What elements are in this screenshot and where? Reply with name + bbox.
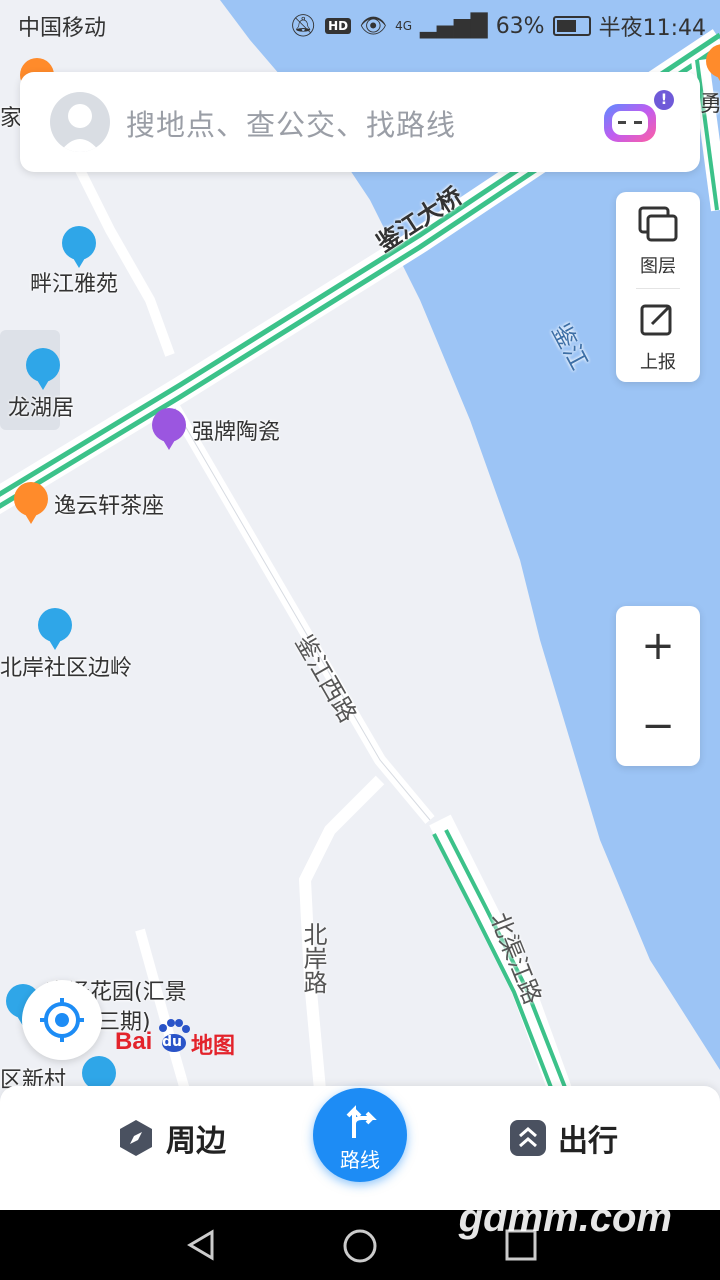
zoom-out-button[interactable]: − bbox=[616, 686, 700, 766]
avatar[interactable] bbox=[50, 92, 110, 152]
nearby-button[interactable]: 周边 bbox=[116, 1116, 226, 1160]
signal-icon: ▂▄▆█ bbox=[420, 13, 488, 39]
poi-label[interactable]: 北岸社区边岭 bbox=[0, 650, 132, 682]
status-icons: 🔕︎ HD 👁︎ 4G ▂▄▆█ 63% 半夜11:44 bbox=[289, 10, 706, 42]
watermark: gdmm.com bbox=[458, 1196, 672, 1240]
assistant-icon[interactable] bbox=[600, 98, 660, 146]
building-icon[interactable] bbox=[62, 226, 96, 268]
route-arrow-icon bbox=[346, 1105, 377, 1138]
zoom-in-button[interactable]: + bbox=[616, 606, 700, 686]
battery-icon bbox=[552, 16, 591, 36]
layers-label: 图层 bbox=[640, 256, 676, 277]
divider bbox=[636, 288, 680, 289]
locate-button[interactable] bbox=[22, 980, 102, 1060]
poi-label[interactable]: 龙湖居 bbox=[8, 390, 74, 422]
building-icon[interactable] bbox=[82, 1056, 116, 1098]
network-label: 4G bbox=[395, 19, 412, 33]
edit-icon bbox=[640, 304, 672, 336]
road-label: 北岸路 bbox=[299, 922, 327, 994]
home-icon[interactable] bbox=[342, 1228, 378, 1264]
map-tools-panel: 图层 上报 bbox=[616, 192, 700, 382]
search-input[interactable]: 搜地点、查公交、找路线 bbox=[126, 102, 456, 144]
hd-badge: HD bbox=[325, 18, 352, 34]
travel-label: 出行 bbox=[558, 1124, 618, 1159]
building-icon[interactable] bbox=[38, 608, 72, 650]
logo-text: Bai bbox=[115, 1028, 153, 1055]
logo-text: 地图 bbox=[191, 1034, 236, 1059]
poi-label[interactable]: 勇 bbox=[700, 86, 720, 118]
chevrons-up-icon bbox=[510, 1120, 546, 1156]
poi-label[interactable]: 畔江雅苑 bbox=[30, 266, 118, 298]
poi-label[interactable]: 强牌陶瓷 bbox=[192, 414, 280, 446]
route-label: 路线 bbox=[340, 1148, 380, 1172]
carrier-label: 中国移动 bbox=[18, 16, 107, 41]
zoom-controls: + − bbox=[616, 606, 700, 766]
shopping-bag-icon[interactable] bbox=[152, 408, 186, 450]
mute-icon: 🔕︎ bbox=[289, 13, 318, 39]
crosshair-icon bbox=[40, 998, 84, 1042]
search-bar[interactable]: 搜地点、查公交、找路线 ! bbox=[20, 72, 700, 172]
map-view[interactable]: 家宴 勇 畔江雅苑 龙湖居 强牌陶瓷 逸云轩茶座 北岸社区边岭 高泽花园(汇景 … bbox=[0, 0, 720, 1210]
status-bar: 中国移动 🔕︎ HD 👁︎ 4G ▂▄▆█ 63% 半夜11:44 bbox=[0, 0, 720, 50]
report-label: 上报 bbox=[640, 352, 676, 373]
route-button[interactable]: 路线 bbox=[313, 1088, 407, 1182]
nearby-label: 周边 bbox=[166, 1124, 226, 1159]
time-label: 半夜11:44 bbox=[598, 16, 706, 41]
eye-icon: 👁︎ bbox=[359, 13, 388, 39]
layers-button[interactable]: 图层 bbox=[616, 204, 700, 278]
notification-badge: ! bbox=[654, 90, 674, 110]
layers-icon bbox=[638, 206, 678, 242]
baidu-logo: Bai du 地图 bbox=[115, 1018, 236, 1059]
compass-icon bbox=[120, 1120, 152, 1156]
report-button[interactable]: 上报 bbox=[616, 300, 700, 374]
back-icon[interactable] bbox=[184, 1228, 218, 1262]
building-icon[interactable] bbox=[26, 348, 60, 390]
poi-label[interactable]: 逸云轩茶座 bbox=[54, 488, 164, 520]
battery-percent: 63% bbox=[495, 13, 545, 39]
logo-text: du bbox=[162, 1034, 182, 1050]
user-icon bbox=[60, 104, 100, 152]
coffee-icon[interactable] bbox=[14, 482, 48, 524]
travel-button[interactable]: 出行 bbox=[508, 1116, 618, 1160]
